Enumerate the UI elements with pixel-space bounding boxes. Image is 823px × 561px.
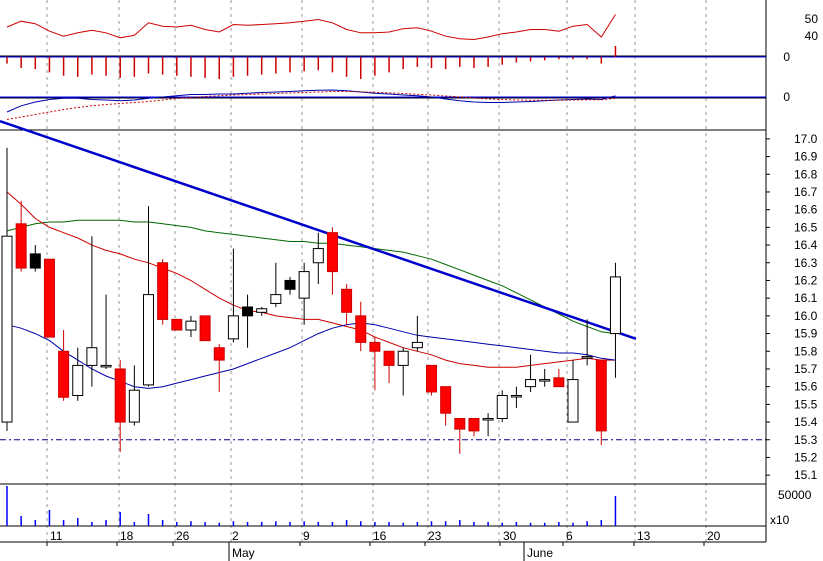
date-tick-label: 23 (428, 529, 442, 543)
candle-body (298, 271, 310, 299)
ma-long-line (6, 219, 616, 335)
date-tick-label: 2 (232, 529, 239, 543)
price-panel (0, 119, 766, 454)
candle-body (312, 248, 324, 264)
chart-canvas: 15.1 15.2 15.3 15.4 15.5 15.6 15.7 15.8 15.9 16.0… (0, 0, 819, 561)
candle-body (355, 315, 367, 343)
date-tick-label: 16 (373, 529, 387, 543)
candle-body (213, 347, 225, 361)
candle-body (143, 294, 154, 386)
date-tick-label: 20 (707, 529, 721, 543)
candle-body (72, 364, 84, 397)
candle-body (128, 389, 140, 423)
candle-body (341, 288, 353, 313)
candle-body (609, 276, 621, 335)
macd-signal-line (6, 91, 616, 120)
price-tick-label: 16.8 (794, 167, 818, 181)
price-tick-label: 16.6 (794, 203, 818, 217)
price-tick-label: 17.0 (794, 132, 818, 146)
volume-multiplier-label: x10 (770, 513, 790, 527)
candle-body (454, 418, 466, 430)
date-tick-label: 6 (566, 529, 573, 543)
candle-body (157, 262, 169, 320)
candle-body (256, 308, 268, 313)
ma-fast-line (6, 191, 616, 368)
volume-panel (6, 486, 617, 526)
candle-body (567, 379, 579, 423)
candle-body (270, 294, 282, 304)
candle-body (199, 315, 211, 342)
candle-body (15, 223, 27, 269)
candle-body (553, 377, 565, 388)
candle-body (29, 253, 41, 269)
candle-body (440, 386, 452, 414)
trendline (0, 119, 637, 341)
date-tick-label: 11 (50, 529, 63, 543)
price-tick-label: 16.4 (794, 238, 818, 252)
candle-body (100, 364, 112, 368)
candle-body (482, 418, 494, 421)
month-label: May (232, 546, 255, 560)
candle-body (1, 235, 13, 423)
candle-body (383, 350, 395, 366)
price-tick-label: 16.7 (794, 185, 818, 199)
price-tick-label: 16.0 (794, 309, 818, 323)
rsi-panel (6, 14, 616, 41)
volume-tick-label: 50000 (778, 488, 812, 502)
price-tick-label: 16.1 (794, 291, 818, 305)
panel-frames (0, 0, 767, 543)
candle-body (468, 418, 480, 432)
candle-body (581, 356, 593, 359)
candle-body (369, 341, 381, 352)
price-tick-label: 15.7 (794, 362, 818, 376)
stock-chart: 15.1 15.2 15.3 15.4 15.5 15.6 15.7 15.8 15.9 16.0… (0, 0, 823, 561)
candle-body (43, 258, 55, 338)
price-tick-label: 16.9 (794, 150, 818, 164)
price-tick-label: 16.3 (794, 256, 818, 270)
date-tick-label: 26 (176, 529, 190, 543)
rsi-tick-label: 40 (805, 29, 819, 43)
ma-slow-line (6, 322, 616, 389)
date-tick-label: 13 (637, 529, 651, 543)
price-tick-label: 15.1 (794, 468, 818, 482)
grid-lines (46, 0, 707, 542)
price-tick-label: 15.2 (794, 450, 818, 464)
price-tick-label: 16.5 (794, 220, 818, 234)
candle-body (426, 364, 437, 393)
candle-body (496, 395, 508, 420)
price-tick-label: 15.8 (794, 344, 818, 358)
rsi-line (6, 14, 616, 41)
macd-panel (0, 89, 766, 120)
candle-body (284, 279, 296, 290)
candle-body (58, 350, 70, 398)
price-tick-label: 15.6 (794, 380, 818, 394)
macd-histogram-tick-label: 0 (783, 50, 790, 64)
candle-body (525, 379, 537, 388)
macd-histogram-panel (0, 46, 766, 79)
candle-body (397, 350, 409, 366)
price-tick-label: 15.9 (794, 327, 818, 341)
candle-body (242, 306, 254, 317)
candle-body (326, 232, 338, 273)
date-tick-label: 30 (503, 529, 517, 543)
candle-body (539, 379, 551, 382)
month-label: June (527, 546, 553, 560)
rsi-tick-label: 50 (805, 12, 819, 26)
price-tick-label: 15.3 (794, 433, 818, 447)
price-tick-label: 16.2 (794, 273, 818, 287)
candle-body (86, 347, 98, 366)
candle-body (227, 315, 239, 340)
macd-line (6, 89, 616, 113)
price-tick-label: 15.4 (794, 415, 818, 429)
candle-body (595, 359, 607, 432)
price-tick-label: 15.5 (794, 397, 818, 411)
candle-body (114, 368, 126, 423)
macd-tick-label: 0 (783, 90, 790, 104)
date-tick-label: 18 (120, 529, 134, 543)
candle-body (185, 320, 197, 331)
candle-body (171, 318, 183, 331)
date-tick-label: 9 (303, 529, 310, 543)
candle-body (510, 395, 522, 398)
candle-body (411, 341, 423, 349)
